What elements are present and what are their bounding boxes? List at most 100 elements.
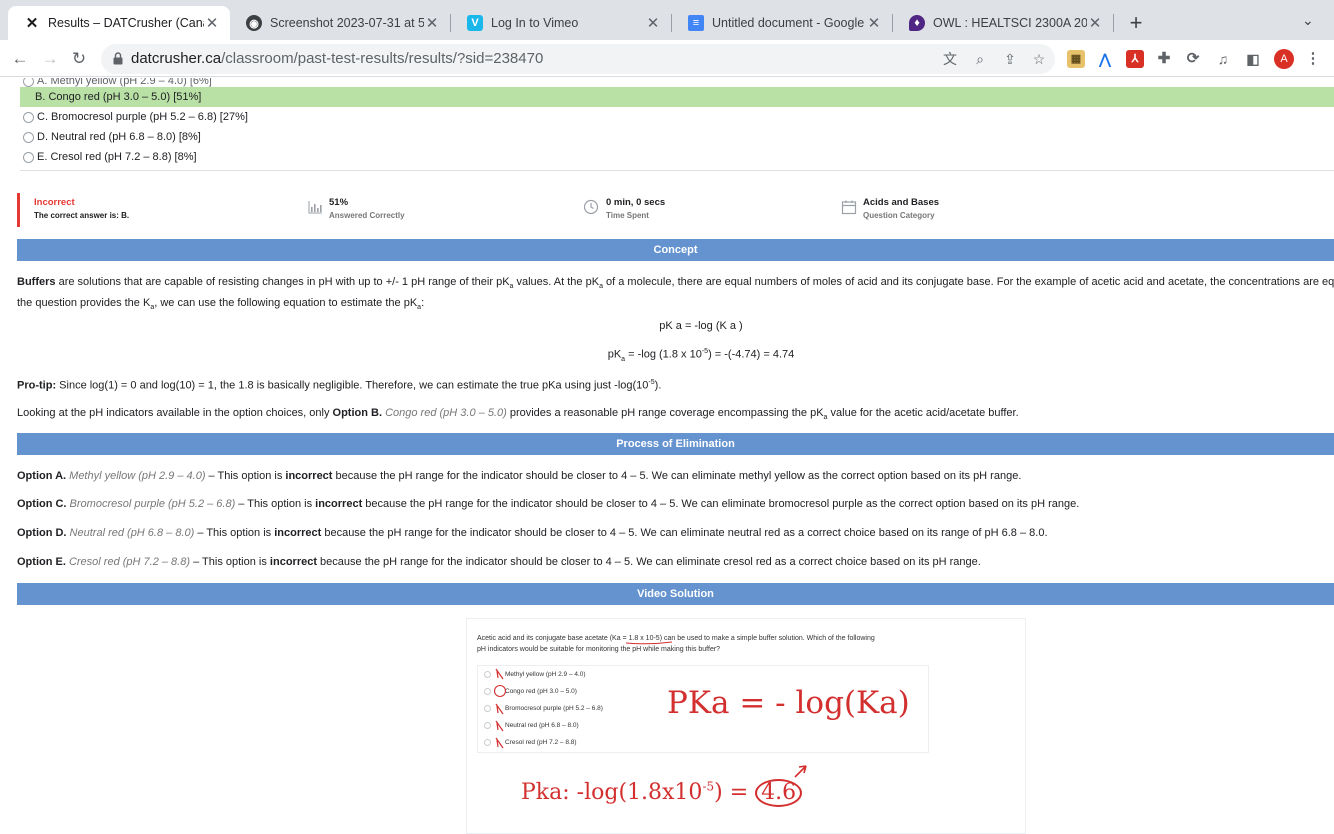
calculator-extension-icon[interactable]: ▦ <box>1067 50 1085 68</box>
video-header: Video Solution <box>17 583 1334 605</box>
radio-icon[interactable] <box>23 111 34 123</box>
performance-icon[interactable]: ⟳ <box>1184 50 1202 68</box>
text-run: = -log (1.8 x 10 <box>625 348 702 361</box>
tab-title: OWL : HEALTSCI 2300A 200 S <box>933 16 1087 30</box>
option-name: Bromocresol purple (pH 5.2 – 6.8) <box>66 498 236 510</box>
incorrect-label: incorrect <box>285 470 333 482</box>
video-question: Acetic acid and its conjugate base aceta… <box>477 633 937 655</box>
translate-icon[interactable]: 文 <box>941 50 959 68</box>
text-run: value for the acetic acid/acetate buffer… <box>827 407 1019 419</box>
tab-title: Results – DATCrusher (Canadia <box>48 16 204 30</box>
reload-icon[interactable]: ↻ <box>67 47 91 71</box>
video-option-label: Methyl yellow (pH 2.9 – 4.0) <box>505 671 586 678</box>
back-icon[interactable]: ← <box>8 47 32 71</box>
protip-label: Pro-tip: <box>17 379 57 392</box>
ink-strike-marks <box>493 668 507 749</box>
bookmark-star-icon[interactable]: ☆ <box>1030 50 1048 68</box>
conclusion-paragraph: Looking at the pH indicators available i… <box>17 405 1334 426</box>
forward-icon[interactable]: → <box>38 47 62 71</box>
video-option-label: Cresol red (pH 7.2 – 8.8) <box>505 739 577 746</box>
video-option-label: Bromocresol purple (pH 5.2 – 6.8) <box>505 705 603 712</box>
ink-underline <box>625 641 673 645</box>
pdf-extension-icon[interactable]: ⅄ <box>1126 50 1144 68</box>
close-icon[interactable]: ✕ <box>204 14 220 32</box>
option-ref: Option C. <box>17 498 67 510</box>
puzzle-icon[interactable]: ✚ <box>1155 50 1173 68</box>
option-a[interactable]: A. Methyl yellow (pH 2.9 – 4.0) [6%] <box>20 78 1334 87</box>
text-run: because the pH range for the indicator s… <box>362 498 1080 510</box>
text-run: Looking at the pH indicators available i… <box>17 407 333 419</box>
divider <box>20 170 1334 171</box>
option-d[interactable]: D. Neutral red (pH 6.8 – 8.0) [8%] <box>20 127 1334 147</box>
close-icon[interactable]: ✕ <box>1087 14 1103 32</box>
text-run: – This option is <box>205 470 286 482</box>
video-option-label: Congo red (pH 3.0 – 5.0) <box>505 688 577 695</box>
media-icon[interactable]: ♫ <box>1214 50 1232 68</box>
wave-extension-icon[interactable]: ⋀ <box>1096 50 1114 68</box>
google-docs-icon: ≡ <box>688 15 704 31</box>
tab-datcrusher[interactable]: ✕ Results – DATCrusher (Canadia ✕ <box>8 6 230 40</box>
text-run: ). <box>654 379 662 392</box>
tab-title: Untitled document - Google Do <box>712 16 866 30</box>
category-label: Question Category <box>863 211 935 220</box>
tab-vimeo[interactable]: V Log In to Vimeo ✕ <box>451 6 671 40</box>
option-label: B. Congo red (pH 3.0 – 5.0) [51%] <box>35 91 202 103</box>
menu-kebab-icon[interactable]: ⋮ <box>1304 50 1322 68</box>
radio-icon[interactable] <box>23 151 34 163</box>
option-name: Methyl yellow (pH 2.9 – 4.0) <box>66 470 206 482</box>
ink-arrow-mark <box>794 765 807 778</box>
option-e[interactable]: E. Cresol red (pH 7.2 – 8.8) [8%] <box>20 147 1334 167</box>
radio-icon[interactable] <box>23 78 34 87</box>
ink-text: Pka: -log(1.8x10 <box>521 780 703 805</box>
time-label: Time Spent <box>606 211 649 220</box>
ink-superscript: -5 <box>702 779 715 794</box>
chevron-down-icon[interactable]: ⌄ <box>1302 12 1314 29</box>
page-content: A. Methyl yellow (pH 2.9 – 4.0) [6%] B. … <box>0 78 1334 834</box>
text-run: because the pH range for the indicator s… <box>321 527 1048 539</box>
new-tab-icon[interactable]: + <box>1124 10 1148 36</box>
video-option-label: Neutral red (pH 6.8 – 8.0) <box>505 722 579 729</box>
option-c[interactable]: C. Bromocresol purple (pH 5.2 – 6.8) [27… <box>20 107 1334 127</box>
question-category: Acids and Bases <box>863 197 940 208</box>
calendar-icon <box>841 200 857 215</box>
bar-chart-icon <box>308 201 322 214</box>
result-stat: Incorrect The correct answer is: B. <box>34 197 129 220</box>
tab-title: Screenshot 2023-07-31 at 5.0 <box>270 16 424 30</box>
category-stat: Acids and Bases Question Category <box>863 197 939 220</box>
ink-pka-calculation: Pka: -log(1.8x10-5) = 4.6 <box>521 779 803 807</box>
tab-google-docs[interactable]: ≡ Untitled document - Google Do ✕ <box>672 6 892 40</box>
close-icon[interactable]: ✕ <box>424 14 440 32</box>
incorrect-label: incorrect <box>274 527 322 539</box>
elimination-header: Process of Elimination <box>17 433 1334 455</box>
owl-icon: ♦ <box>909 15 925 31</box>
datcrusher-icon: ✕ <box>25 15 39 32</box>
tab-owl[interactable]: ♦ OWL : HEALTSCI 2300A 200 S ✕ <box>893 6 1113 40</box>
zoom-icon[interactable]: ⌕ <box>971 50 989 68</box>
clock-icon <box>583 199 599 215</box>
close-icon[interactable]: ✕ <box>645 14 661 32</box>
avatar[interactable]: A <box>1274 49 1294 69</box>
correct-answer: The correct answer is: B. <box>34 211 130 220</box>
tab-separator <box>1113 14 1114 32</box>
address-bar[interactable]: datcrusher.ca/classroom/past-test-result… <box>101 44 1055 74</box>
percent-label: Answered Correctly <box>329 211 405 220</box>
share-icon[interactable]: ⇪ <box>1001 50 1019 68</box>
side-panel-icon[interactable]: ◧ <box>1244 50 1262 68</box>
text-run: the question provides the K <box>17 297 151 310</box>
text-run: – This option is <box>235 498 316 510</box>
radio-icon[interactable] <box>23 131 34 143</box>
option-b[interactable]: B. Congo red (pH 3.0 – 5.0) [51%] <box>20 87 1334 107</box>
vimeo-icon: V <box>467 15 483 31</box>
radio-icon <box>484 722 491 729</box>
term-buffers: Buffers <box>17 276 56 288</box>
screenshot-icon: ◉ <box>246 15 262 31</box>
protip-paragraph: Pro-tip: Since log(1) = 0 and log(10) = … <box>17 375 1334 394</box>
time-spent: 0 min, 0 secs <box>606 197 666 208</box>
text-run: because the pH range for the indicator s… <box>332 470 1022 482</box>
video-player[interactable]: Acetic acid and its conjugate base aceta… <box>466 618 1026 834</box>
concept-paragraph: Buffers are solutions that are capable o… <box>17 274 1334 316</box>
close-icon[interactable]: ✕ <box>866 14 882 32</box>
incorrect-label: incorrect <box>269 556 317 568</box>
video-question-line: pH indicators would be suitable for moni… <box>477 646 721 653</box>
tab-screenshot[interactable]: ◉ Screenshot 2023-07-31 at 5.0 ✕ <box>230 6 450 40</box>
